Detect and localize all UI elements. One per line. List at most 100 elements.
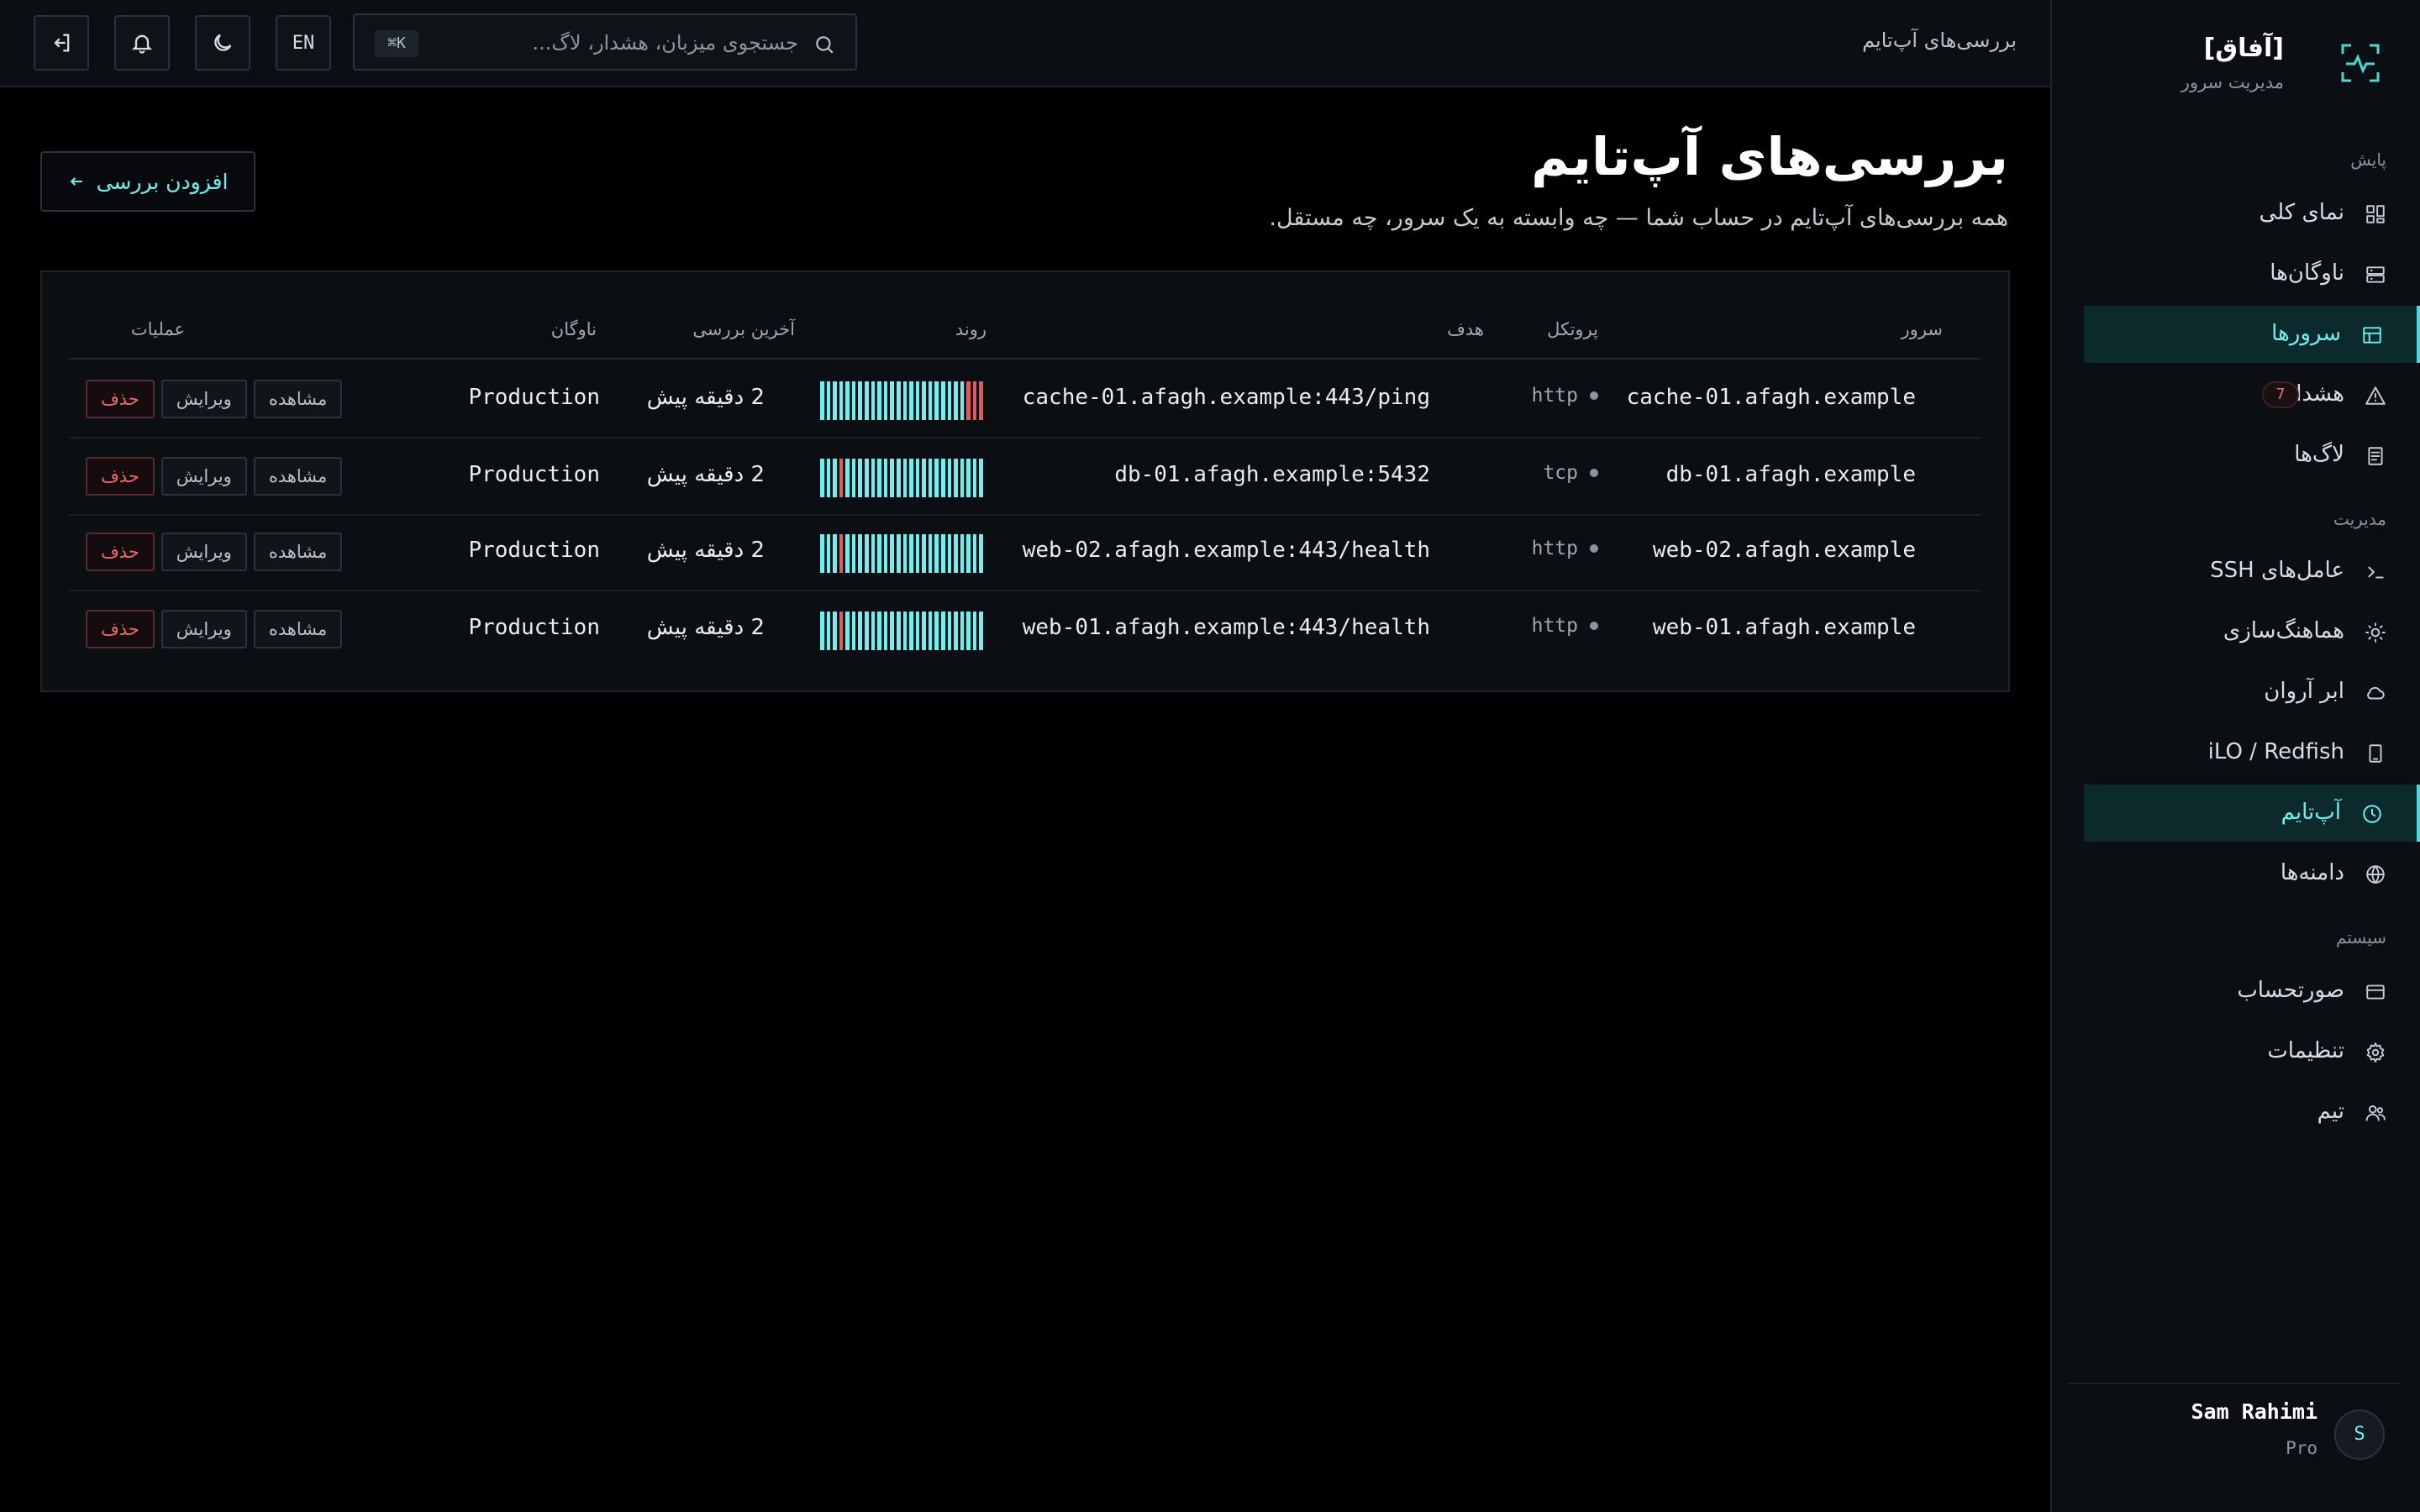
protocol-cell: http — [1532, 615, 1598, 637]
trend-bar-up — [865, 612, 869, 650]
notifications-button[interactable] — [114, 15, 170, 71]
sidebar-item[interactable]: لاگ‌ها — [2084, 427, 2420, 484]
trend-bar-up — [858, 381, 863, 420]
sidebar-item[interactable]: عامل‌های SSH — [2084, 543, 2420, 600]
protocol-cell: http — [1532, 385, 1598, 407]
delete-button[interactable]: حذف — [86, 610, 155, 648]
theme-toggle-button[interactable] — [195, 15, 250, 71]
view-button[interactable]: مشاهده — [253, 533, 343, 571]
trend-bar-up — [883, 612, 888, 650]
trend-bar-up — [902, 534, 908, 573]
sidebar-item[interactable]: دامنه‌ها — [2084, 845, 2420, 902]
trend-bar-up — [972, 612, 977, 650]
delete-button[interactable]: حذف — [86, 380, 155, 418]
sidebar-item[interactable]: ناوگان‌ها — [2084, 245, 2420, 302]
trend-bar-down — [839, 459, 844, 497]
trend-bar-up — [877, 534, 881, 573]
edit-button[interactable]: ویرایش — [160, 380, 247, 418]
trend-bar-up — [940, 459, 945, 497]
trend-bar-up — [845, 612, 850, 650]
delete-button[interactable]: حذف — [86, 533, 155, 571]
trend-bar-up — [833, 534, 837, 573]
trend-bar-up — [934, 459, 939, 497]
user-name: Sam Rahimi — [2191, 1399, 2317, 1424]
sidebar-item[interactable]: تنظیمات — [2084, 1023, 2420, 1080]
trend-bar-up — [902, 381, 908, 420]
sidebar-item[interactable]: هماهنگ‌سازی — [2084, 603, 2420, 660]
edit-button[interactable]: ویرایش — [160, 457, 247, 496]
row-actions: حذف ویرایش مشاهده — [86, 457, 343, 496]
trend-bar-up — [960, 459, 965, 497]
search-input[interactable] — [479, 27, 798, 59]
sidebar-item[interactable]: هشدارها 7 — [2084, 366, 2420, 423]
edit-button[interactable]: ویرایش — [160, 610, 247, 648]
view-button[interactable]: مشاهده — [253, 457, 343, 496]
server-name[interactable]: web-01.afagh.example — [1653, 615, 1916, 640]
protocol-label: http — [1531, 385, 1578, 407]
logout-button[interactable] — [34, 15, 89, 71]
server-name[interactable]: web-02.afagh.example — [1653, 538, 1916, 563]
delete-button[interactable]: حذف — [86, 457, 155, 496]
trend-bar-up — [960, 381, 965, 420]
trend-bar-up — [940, 534, 945, 573]
trend-bar-up — [966, 612, 971, 650]
column-header-trend: روند — [955, 319, 986, 339]
gear-icon — [2366, 1042, 2385, 1063]
sidebar-item[interactable]: تیم — [2084, 1084, 2420, 1141]
check-target: web-02.afagh.example:443/health — [1022, 538, 1430, 563]
trend-bar-down — [839, 612, 844, 650]
sidebar-item[interactable]: iLO / Redfish — [2084, 724, 2420, 781]
brand-name: [آفاق] — [2203, 34, 2284, 63]
sidebar-item-label: سرورها — [2271, 321, 2341, 346]
status-dot-icon — [1590, 469, 1598, 477]
check-target: web-01.afagh.example:443/health — [1022, 615, 1430, 640]
edit-button[interactable]: ویرایش — [160, 533, 247, 571]
trend-bar-up — [915, 534, 920, 573]
trend-bar-up — [909, 381, 913, 420]
add-check-button[interactable]: افزودن بررسی — [40, 151, 255, 212]
last-check-time: 2 دقیقه پیش — [646, 538, 765, 563]
trend-bar-up — [934, 381, 939, 420]
status-dot-icon — [1590, 544, 1598, 553]
document-icon — [2368, 447, 2383, 465]
status-dot-icon — [1590, 391, 1598, 400]
trend-bar-down — [972, 381, 977, 420]
trend-bar-up — [833, 459, 837, 497]
trend-bar-up — [902, 612, 908, 650]
trend-bar-up — [826, 381, 831, 420]
protocol-label: tcp — [1543, 462, 1578, 484]
last-check-time: 2 دقیقه پیش — [646, 462, 765, 487]
trend-bar-up — [954, 459, 958, 497]
sidebar-divider — [2069, 1383, 2402, 1384]
server-name[interactable]: db-01.afagh.example — [1666, 462, 1916, 487]
search-box[interactable]: ⌘K — [353, 13, 857, 71]
uptime-checks-table: سرور پروتکل هدف روند آخرین بررسی ناوگان … — [40, 270, 2010, 692]
sidebar-item[interactable]: ابر آروان — [2084, 664, 2420, 721]
uptime-trend-bars — [820, 381, 984, 420]
pulse-logo-icon — [2341, 44, 2380, 82]
view-button[interactable]: مشاهده — [253, 380, 343, 418]
sidebar-item[interactable]: نمای کلی — [2084, 185, 2420, 242]
sidebar-item[interactable]: سرورها — [2084, 306, 2420, 363]
trend-bar-down — [966, 381, 971, 420]
sidebar-item[interactable]: صورتحساب — [2084, 963, 2420, 1020]
trend-bar-up — [915, 459, 920, 497]
search-icon — [816, 36, 834, 54]
view-button[interactable]: مشاهده — [253, 610, 343, 648]
trend-bar-up — [883, 534, 888, 573]
trend-bar-up — [865, 459, 869, 497]
sidebar-section-label: سیستم — [2336, 927, 2386, 948]
language-button[interactable]: EN — [276, 15, 331, 71]
trend-bar-up — [851, 459, 856, 497]
trend-bar-up — [851, 612, 856, 650]
clock-icon — [2363, 805, 2381, 823]
server-name[interactable]: cache-01.afagh.example — [1627, 385, 1916, 410]
trend-bar-up — [928, 459, 933, 497]
sidebar-section-label: مدیریت — [2333, 509, 2386, 529]
trend-bar-up — [833, 381, 837, 420]
trend-bar-up — [820, 534, 824, 573]
sidebar-item[interactable]: آپ‌تایم — [2084, 785, 2420, 842]
avatar[interactable]: S — [2334, 1410, 2385, 1460]
last-check-time: 2 دقیقه پیش — [646, 385, 765, 410]
trend-bar-down — [979, 381, 984, 420]
